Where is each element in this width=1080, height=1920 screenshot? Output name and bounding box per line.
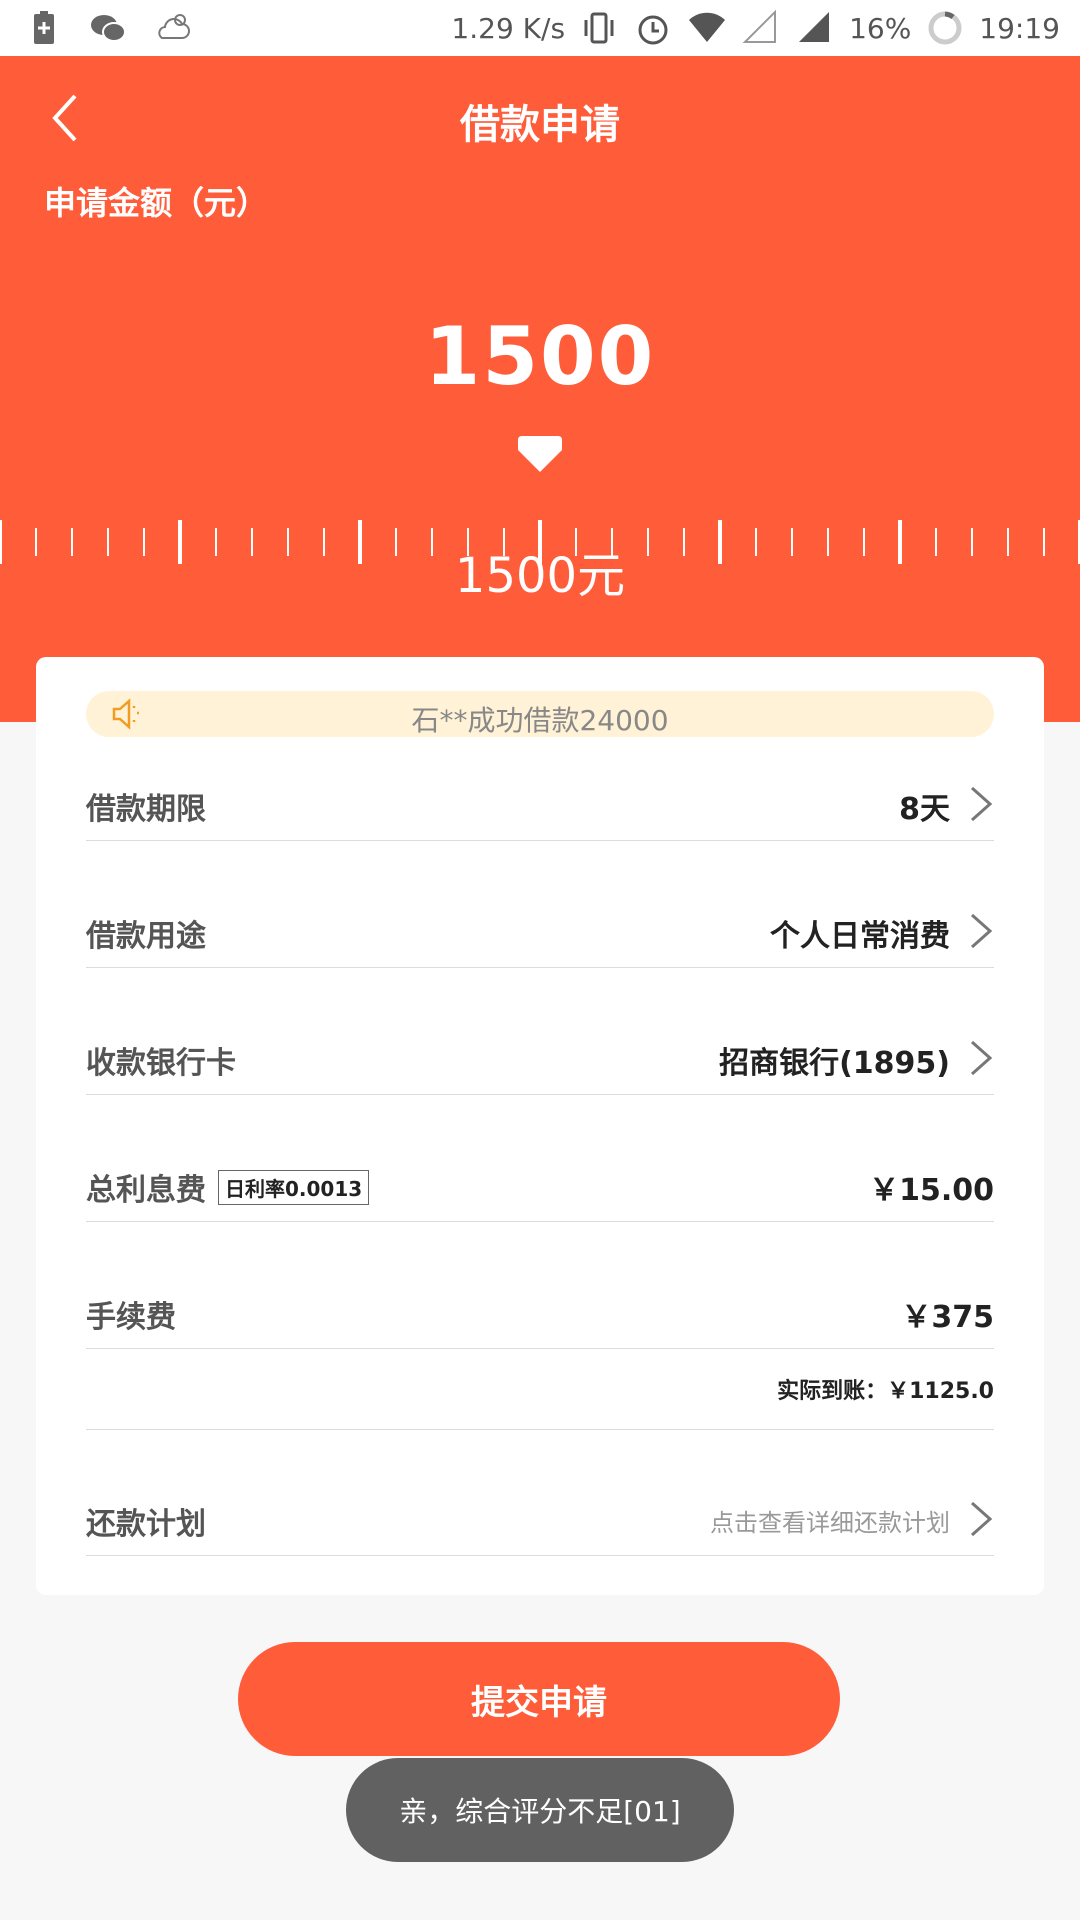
notice-banner: 石**成功借款24000 [86, 691, 994, 737]
service-fee-value: ￥375 [901, 1300, 994, 1335]
total-interest-row: 总利息费 日利率0.0013 ￥15.00 [86, 1151, 994, 1222]
battery-charging-icon [34, 11, 54, 44]
actual-received-row: 实际到账：￥1125.0 [86, 1349, 994, 1430]
loan-detail-card: 石**成功借款24000 借款期限 8天 借款用途 个人日常消费 收款银行卡 招… [36, 657, 1044, 1595]
clock: 19:19 [979, 11, 1060, 45]
bank-card-row[interactable]: 收款银行卡 招商银行(1895) [86, 1024, 994, 1095]
loan-term-label: 借款期限 [86, 792, 206, 827]
service-fee-label: 手续费 [86, 1300, 176, 1335]
notice-text: 石**成功借款24000 [411, 704, 669, 737]
repayment-plan-row[interactable]: 还款计划 点击查看详细还款计划 [86, 1485, 994, 1556]
wifi-icon [689, 12, 726, 43]
chevron-right-icon [971, 1501, 993, 1537]
loan-purpose-row[interactable]: 借款用途 个人日常消费 [86, 897, 994, 968]
toast-message: 亲，综合评分不足[01] [346, 1758, 734, 1862]
alarm-icon [638, 15, 668, 45]
chevron-right-icon [971, 1040, 993, 1076]
weather-cloudy-icon [158, 14, 190, 39]
battery-ring-icon [928, 11, 962, 45]
network-speed: 1.29 K/s [451, 11, 566, 45]
chevron-right-icon [971, 786, 993, 822]
total-interest-label: 总利息费 日利率0.0013 [86, 1165, 370, 1209]
loan-purpose-label: 借款用途 [86, 919, 206, 954]
chevron-right-icon [971, 913, 993, 949]
bank-card-label: 收款银行卡 [86, 1046, 236, 1081]
status-bar: 1.29 K/s 16% 19:19 [0, 0, 1080, 56]
pointer-icon [518, 436, 562, 472]
actual-received-text: 实际到账：￥1125.0 [777, 1379, 994, 1404]
signal-empty-icon [742, 9, 777, 43]
service-fee-row: 手续费 ￥375 [86, 1278, 994, 1349]
battery-percent: 16% [849, 11, 912, 45]
wechat-icon [91, 15, 126, 42]
loan-purpose-value: 个人日常消费 [770, 919, 950, 954]
slider-value: 1500元 [454, 548, 626, 604]
loan-term-row[interactable]: 借款期限 8天 [86, 770, 994, 841]
loan-term-value: 8天 [899, 792, 950, 827]
page-title: 借款申请 [460, 102, 620, 148]
repayment-plan-label: 还款计划 [86, 1507, 206, 1542]
repayment-plan-hint: 点击查看详细还款计划 [710, 1509, 950, 1537]
amount-value: 1500 [424, 310, 656, 403]
daily-rate-badge: 日利率0.0013 [218, 1170, 370, 1205]
amount-label: 申请金额（元） [44, 184, 269, 222]
submit-button[interactable]: 提交申请 [238, 1642, 840, 1756]
header: 借款申请 申请金额（元） 1500 1500元 [0, 56, 1080, 722]
total-interest-value: ￥15.00 [869, 1173, 994, 1208]
vibrate-icon [584, 12, 614, 44]
bank-card-value: 招商银行(1895) [719, 1046, 950, 1081]
total-interest-text: 总利息费 [86, 1173, 206, 1208]
signal-full-icon [799, 12, 830, 42]
